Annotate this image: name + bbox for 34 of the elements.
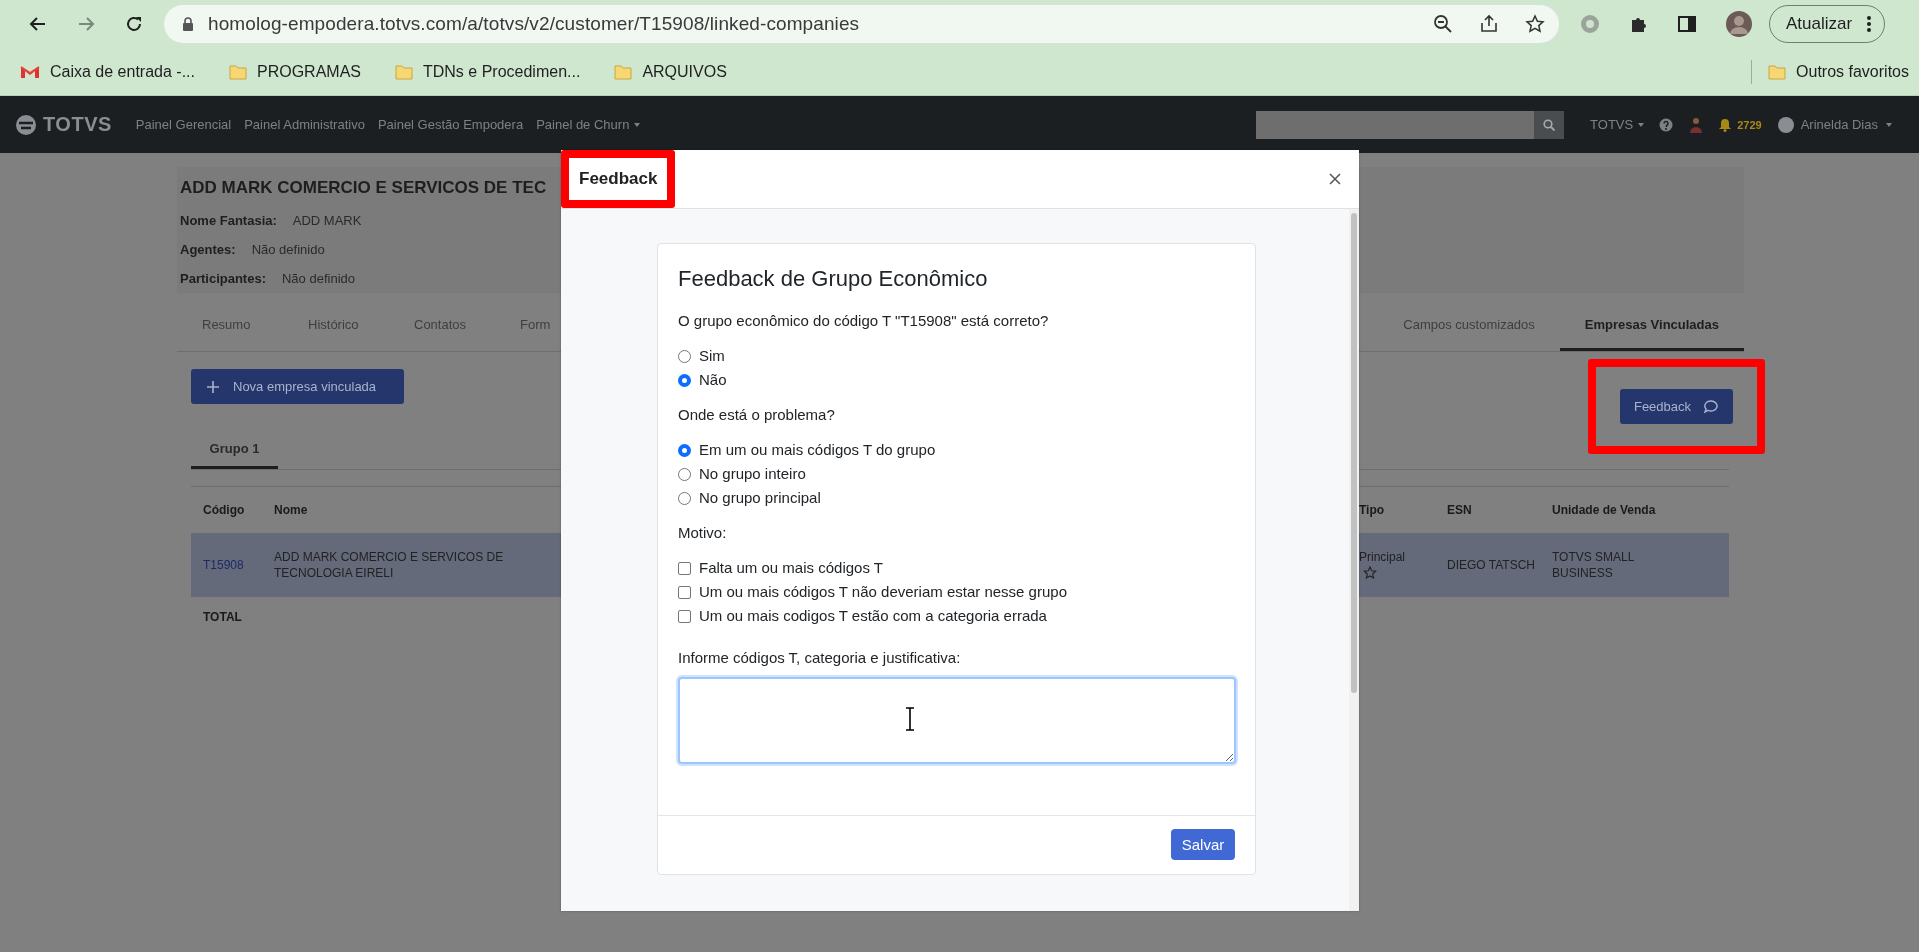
field-value: Não definido	[251, 241, 325, 259]
column-header: Unidade de Venda	[1551, 502, 1657, 519]
field-value: Não definido	[282, 270, 355, 288]
option-label: Um ou mais códigos T não deveriam estar nesse grupo	[699, 582, 1067, 602]
field-label: Nome Fantasia:	[180, 212, 277, 230]
field-label: Participantes:	[180, 270, 266, 288]
column-header: Tipo	[1358, 502, 1386, 519]
table-cell-text: DIEGO TATSCH	[1447, 557, 1536, 573]
field-label: Agentes:	[180, 241, 236, 259]
total-label: TOTAL	[203, 610, 242, 624]
question-label: Motivo:	[678, 523, 728, 543]
table-cell-text: ADD MARK COMERCIO E SERVICOS DE TECNOLOGIA EIRELI	[274, 549, 505, 581]
option-label: No grupo inteiro	[699, 464, 806, 484]
dialog-title: Feedback	[561, 150, 676, 208]
url-text: homolog-empodera.totvs.com/a/totvs/v2/customer/T15908/linked-companies	[208, 13, 860, 35]
logo-text: TOTVS	[43, 113, 112, 136]
company-title: ADD MARK COMERCIO E SERVICOS DE TEC	[180, 177, 547, 199]
field-value: ADD MARK	[292, 212, 362, 230]
column-header: Nome	[273, 502, 309, 519]
option-label: Não	[699, 370, 727, 390]
option-label: No grupo principal	[699, 488, 821, 508]
table-cell: Principal	[1359, 550, 1406, 564]
option-label: Falta um ou mais códigos T	[699, 558, 883, 578]
notification-count: 2729	[1737, 118, 1762, 131]
question-label: Informe códigos T, categoria e justificativa:	[678, 648, 962, 668]
column-header: ESN	[1446, 502, 1473, 519]
question-label: O grupo econômico do código T "T15908" está correto?	[678, 311, 1050, 331]
option-label: Em um ou mais códigos T do grupo	[699, 440, 936, 460]
option-label: Sim	[699, 346, 725, 366]
question-label: Onde está o problema?	[678, 405, 836, 425]
form-heading: Feedback de Grupo Econômico	[678, 265, 989, 293]
table-cell-text: TOTVS SMALL BUSINESS	[1552, 549, 1636, 581]
column-header: Código	[202, 502, 246, 519]
option-label: Um ou mais codigos T estão com a categoria errada	[699, 606, 1047, 626]
